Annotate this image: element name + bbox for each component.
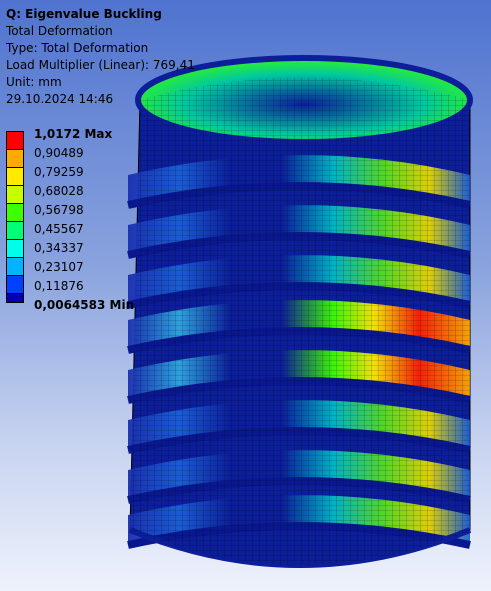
analysis-title: Q: Eigenvalue Buckling xyxy=(6,7,162,21)
graphics-viewport[interactable]: Q: Eigenvalue Buckling Total Deformation… xyxy=(0,0,491,591)
result-info-panel: Q: Eigenvalue Buckling Total Deformation… xyxy=(6,6,195,108)
legend-label: 0,11876 xyxy=(34,279,84,293)
legend-swatch xyxy=(6,257,24,276)
load-multiplier: Load Multiplier (Linear): 769,41 xyxy=(6,58,195,72)
legend-labels: 1,0172 Max 0,90489 0,79259 0,68028 0,56798 0,… xyxy=(34,125,134,315)
legend-swatch xyxy=(6,275,24,294)
legend-swatch xyxy=(6,149,24,168)
legend-label: 0,45567 xyxy=(34,222,84,236)
legend-label: 0,90489 xyxy=(34,146,84,160)
legend-label: 0,23107 xyxy=(34,260,84,274)
result-type: Type: Total Deformation xyxy=(6,41,149,55)
legend-label: 0,79259 xyxy=(34,165,84,179)
result-name: Total Deformation xyxy=(6,24,113,38)
legend-swatch xyxy=(6,131,24,150)
legend-label: 1,0172 Max xyxy=(34,127,113,141)
mesh-overlay xyxy=(130,77,470,565)
cylinder-shell xyxy=(127,55,473,568)
unit-label: Unit: mm xyxy=(6,75,62,89)
legend-swatch xyxy=(6,221,24,240)
legend-label: 0,56798 xyxy=(34,203,84,217)
legend-swatch xyxy=(6,203,24,222)
legend-swatch xyxy=(6,185,24,204)
legend-color-bar xyxy=(6,131,24,303)
legend-swatch xyxy=(6,239,24,258)
legend-label: 0,34337 xyxy=(34,241,84,255)
legend-swatch xyxy=(6,167,24,186)
legend-swatch xyxy=(6,293,24,303)
legend-label: 0,68028 xyxy=(34,184,84,198)
legend-label: 0,0064583 Min xyxy=(34,298,135,312)
timestamp: 29.10.2024 14:46 xyxy=(6,92,114,106)
